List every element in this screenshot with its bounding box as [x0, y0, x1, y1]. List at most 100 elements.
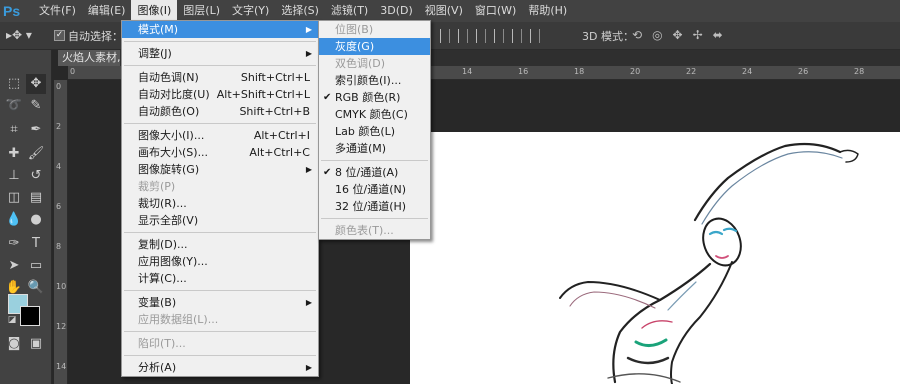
image-menu-item[interactable]: 裁切(R)... [122, 195, 318, 212]
mode-menu-item[interactable]: 多通道(M) [319, 140, 430, 157]
auto-select-label: 自动选择： [68, 30, 123, 43]
brush-tool-icon[interactable]: 🖌 [26, 144, 46, 164]
menu-separator [124, 123, 316, 124]
align-icon[interactable] [530, 29, 540, 43]
eraser-tool-icon[interactable]: ◫ [4, 188, 24, 208]
menu-item-label: 变量(B) [138, 296, 177, 309]
menubar-item[interactable]: 滤镜(T) [325, 0, 374, 22]
menu-item-label: 调整(J) [138, 47, 172, 60]
align-icon[interactable] [476, 29, 486, 43]
history-brush-tool-icon[interactable]: ↺ [26, 166, 46, 186]
menu-item-label: 裁切(R)... [138, 197, 187, 210]
align-icon[interactable] [458, 29, 468, 43]
menu-item-label: 索引颜色(I)... [335, 74, 402, 87]
ruler-tick-label: 18 [574, 67, 585, 76]
image-menu-item: 应用数据组(L)... [122, 311, 318, 328]
background-color-swatch[interactable] [20, 306, 40, 326]
mode-submenu: 位图(B) 灰度(G) 双色调(D) 索引颜色(I)... ✔ RGB 颜色(R) CMYK… [318, 20, 431, 240]
3d-rotate-icon[interactable]: ⟲ [632, 28, 642, 42]
menu-separator [321, 160, 428, 161]
menubar-item[interactable]: 视图(V) [419, 0, 469, 22]
image-menu-item[interactable]: 模式(M) ▶ [122, 21, 318, 38]
menubar-item[interactable]: 图像(I) [131, 0, 178, 22]
move-tool-icon[interactable]: ✥ [26, 74, 46, 94]
mode-menu-item[interactable]: ✔ RGB 颜色(R) [319, 89, 430, 106]
menu-item-shortcut: Alt+Ctrl+I [253, 129, 310, 142]
mode-menu-item: 位图(B) [319, 21, 430, 38]
ruler-tick-label: 6 [56, 202, 62, 211]
menu-item-label: 应用图像(Y)... [138, 255, 208, 268]
menu-item-label: RGB 颜色(R) [335, 91, 401, 104]
menubar-item[interactable]: 文字(Y) [226, 0, 275, 22]
document-canvas[interactable] [410, 132, 900, 384]
path-select-tool-icon[interactable]: ➤ [4, 256, 24, 276]
menu-item-label: 8 位/通道(A) [335, 166, 399, 179]
mode-menu-item[interactable]: 索引颜色(I)... [319, 72, 430, 89]
zoom-tool-icon[interactable]: 🔍 [26, 278, 46, 298]
menu-item-label: Lab 颜色(L) [335, 125, 396, 138]
image-menu-item[interactable]: 显示全部(V) [122, 212, 318, 229]
align-icon[interactable] [494, 29, 504, 43]
align-icon[interactable] [440, 29, 450, 43]
image-menu-item[interactable]: 自动颜色(O) Shift+Ctrl+B [122, 103, 318, 120]
marquee-tool-icon[interactable]: ⬚ [4, 74, 24, 94]
image-menu-item[interactable]: 应用图像(Y)... [122, 253, 318, 270]
lasso-tool-icon[interactable]: ➰ [4, 96, 24, 116]
image-menu-item[interactable]: 图像旋转(G) ▶ [122, 161, 318, 178]
image-menu-item[interactable]: 计算(C)... [122, 270, 318, 287]
vertical-ruler[interactable]: 0 2 4 6 8 10 12 14 [54, 80, 68, 384]
quick-select-tool-icon[interactable]: ✎ [26, 96, 46, 116]
image-menu-item[interactable]: 分析(A) ▶ [122, 359, 318, 376]
menubar-item[interactable]: 选择(S) [275, 0, 325, 22]
eyedropper-tool-icon[interactable]: ✒ [26, 120, 46, 140]
shape-tool-icon[interactable]: ▭ [26, 256, 46, 276]
quick-mask-icon[interactable]: ◙ [4, 334, 24, 354]
clone-stamp-tool-icon[interactable]: ⊥ [4, 166, 24, 186]
image-menu-item[interactable]: 图像大小(I)... Alt+Ctrl+I [122, 127, 318, 144]
crop-tool-icon[interactable]: ⌗ [4, 120, 24, 140]
mode-menu-item[interactable]: ✔ 8 位/通道(A) [319, 164, 430, 181]
image-menu-item[interactable]: 自动对比度(U) Alt+Shift+Ctrl+L [122, 86, 318, 103]
mode-menu-item[interactable]: 16 位/通道(N) [319, 181, 430, 198]
menu-separator [321, 218, 428, 219]
ruler-tick-label: 14 [56, 362, 67, 371]
document-tab[interactable]: 火焰人素材, [58, 50, 120, 66]
mode-menu-item[interactable]: 32 位/通道(H) [319, 198, 430, 215]
image-menu-item[interactable]: 调整(J) ▶ [122, 45, 318, 62]
mode-menu-item[interactable]: 灰度(G) [319, 38, 430, 55]
ruler-tick-label: 8 [56, 242, 62, 251]
screen-mode-icon[interactable]: ▣ [26, 334, 46, 354]
image-menu-item[interactable]: 复制(D)... [122, 236, 318, 253]
pen-tool-icon[interactable]: ✑ [4, 234, 24, 254]
menubar-item[interactable]: 编辑(E) [82, 0, 132, 22]
menu-item-label: 16 位/通道(N) [335, 183, 407, 196]
dodge-tool-icon[interactable]: ● [26, 210, 46, 230]
3d-scale-icon[interactable]: ⬌ [713, 28, 723, 42]
blur-tool-icon[interactable]: 💧 [4, 210, 24, 230]
menu-separator [124, 355, 316, 356]
align-icon[interactable] [512, 29, 522, 43]
gradient-tool-icon[interactable]: ▤ [26, 188, 46, 208]
menubar-item[interactable]: 帮助(H) [522, 0, 573, 22]
image-menu-item[interactable]: 自动色调(N) Shift+Ctrl+L [122, 69, 318, 86]
move-tool-options-icon[interactable]: ▸✥ ▾ [6, 28, 40, 44]
healing-brush-tool-icon[interactable]: ✚ [4, 144, 24, 164]
image-menu-item[interactable]: 变量(B) ▶ [122, 294, 318, 311]
3d-slide-icon[interactable]: ✢ [693, 28, 703, 42]
3d-pan-icon[interactable]: ✥ [673, 28, 683, 42]
mode-menu-item: 颜色表(T)... [319, 222, 430, 239]
menu-item-label: 显示全部(V) [138, 214, 199, 227]
image-menu-item[interactable]: 画布大小(S)... Alt+Ctrl+C [122, 144, 318, 161]
menu-item-label: 自动颜色(O) [138, 105, 200, 118]
ruler-tick-label: 14 [462, 67, 473, 76]
auto-select-checkbox[interactable]: ✓ [54, 30, 65, 41]
menubar-item[interactable]: 3D(D) [374, 0, 419, 22]
checkmark-icon: ✔ [323, 167, 332, 178]
type-tool-icon[interactable]: T [26, 234, 46, 254]
mode-menu-item[interactable]: Lab 颜色(L) [319, 123, 430, 140]
menubar-item[interactable]: 文件(F) [33, 0, 82, 22]
3d-roll-icon[interactable]: ◎ [652, 28, 662, 42]
menubar-item[interactable]: 窗口(W) [469, 0, 522, 22]
menubar-item[interactable]: 图层(L) [177, 0, 226, 22]
mode-menu-item[interactable]: CMYK 颜色(C) [319, 106, 430, 123]
